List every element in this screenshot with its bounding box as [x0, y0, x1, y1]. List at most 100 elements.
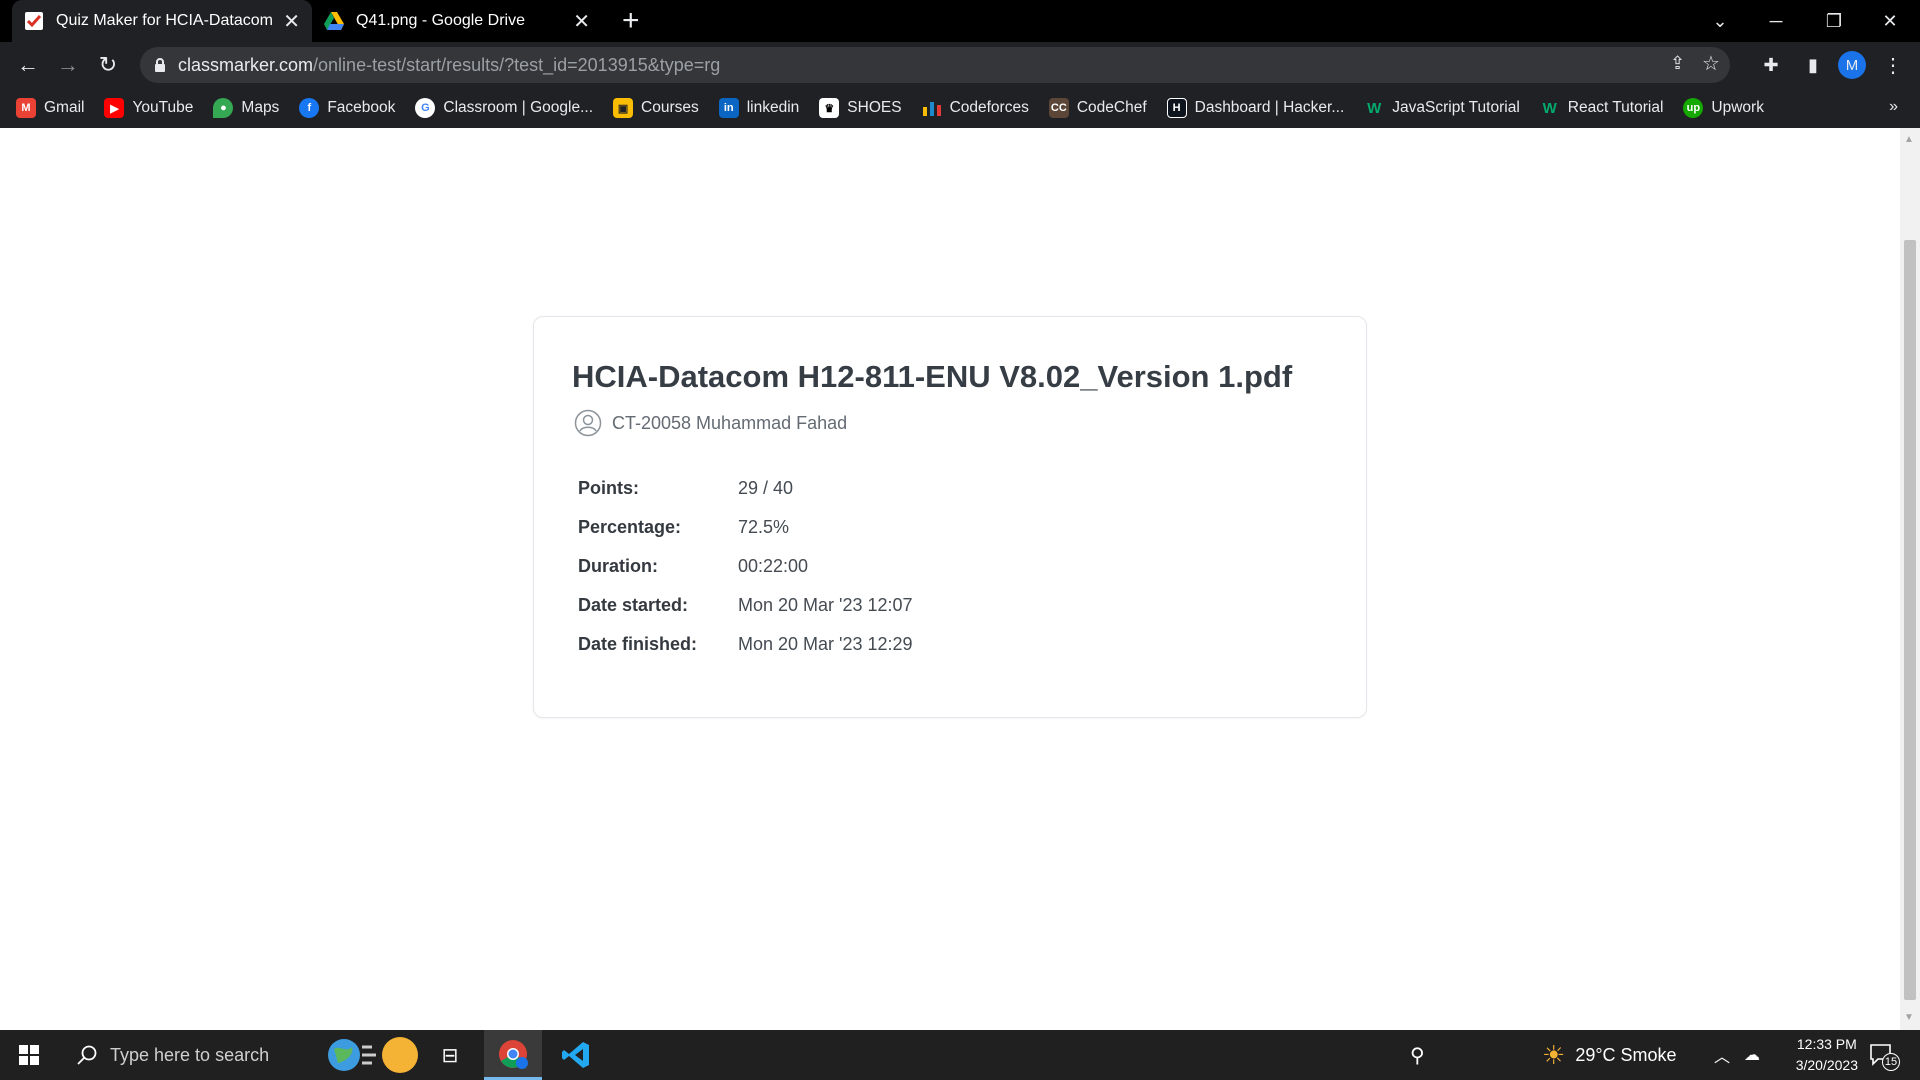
- stat-row-date-started: Date started: Mon 20 Mar '23 12:07: [578, 586, 913, 625]
- google-icon: G: [415, 98, 436, 118]
- tab-search-icon[interactable]: ⌄: [1692, 0, 1748, 42]
- bookmark-label: YouTube: [132, 99, 194, 116]
- taskbar-search[interactable]: Type here to search: [58, 1030, 318, 1080]
- bookmark-label: Upwork: [1711, 99, 1764, 116]
- bookmark-codeforces[interactable]: Codeforces: [922, 98, 1029, 118]
- close-tab-icon[interactable]: ✕: [573, 9, 590, 34]
- bookmark-label: SHOES: [847, 99, 902, 116]
- taskbar-clock[interactable]: 12:33 PM 3/20/2023: [1796, 1034, 1858, 1076]
- bookmark-label: Maps: [241, 99, 280, 116]
- stat-label: Points:: [578, 478, 639, 498]
- side-panel-icon[interactable]: ▮: [1798, 50, 1828, 80]
- weather-text: 29°C Smoke: [1575, 1044, 1677, 1065]
- windows-logo-icon: [19, 1045, 39, 1065]
- menu-icon[interactable]: ⋮: [1878, 50, 1908, 80]
- search-icon: [77, 1045, 97, 1065]
- stat-label: Percentage:: [578, 517, 682, 537]
- minimize-button[interactable]: ─: [1748, 0, 1804, 42]
- stat-value: Mon 20 Mar '23 12:29: [738, 634, 913, 654]
- notification-count: 15: [1882, 1053, 1900, 1071]
- w3schools-icon: W: [1367, 99, 1382, 117]
- bookmark-javascript-tutorial[interactable]: W JavaScript Tutorial: [1364, 98, 1520, 118]
- scrollbar[interactable]: ▲ ▼: [1900, 128, 1920, 1030]
- stat-value: 00:22:00: [738, 556, 809, 576]
- news-widget-icon[interactable]: [322, 1030, 422, 1080]
- bookmark-gmail[interactable]: M Gmail: [16, 98, 84, 118]
- scroll-down-icon[interactable]: ▼: [1904, 1012, 1914, 1023]
- tab-title: Quiz Maker for HCIA-Datacom H: [56, 12, 276, 29]
- tab-quiz-maker[interactable]: Quiz Maker for HCIA-Datacom H ✕: [12, 0, 312, 42]
- windows-taskbar: Type here to search ⊟ ⚲ ☀ 29°C Smoke ︿ ☁: [0, 1030, 1920, 1080]
- task-view-icon[interactable]: ⊟: [430, 1030, 470, 1080]
- people-icon[interactable]: ⚲: [1410, 1030, 1425, 1080]
- tab-title: Q41.png - Google Drive: [356, 12, 525, 29]
- notifications-button[interactable]: 15: [1868, 1030, 1900, 1080]
- url-text: classmarker.com/online-test/start/result…: [178, 55, 720, 76]
- bookmark-codechef[interactable]: CC CodeChef: [1048, 98, 1147, 118]
- forward-icon[interactable]: →: [50, 48, 86, 82]
- bookmark-label: React Tutorial: [1567, 99, 1664, 116]
- weather-widget[interactable]: ☀ 29°C Smoke: [1542, 1030, 1677, 1080]
- hackerrank-icon: H: [1166, 98, 1187, 118]
- lock-icon: [155, 58, 165, 72]
- gmail-icon: M: [16, 98, 36, 118]
- onedrive-icon[interactable]: ☁: [1744, 1030, 1760, 1080]
- bookmark-label: Dashboard | Hacker...: [1194, 99, 1345, 116]
- stat-value: 72.5%: [738, 517, 790, 537]
- tab-strip: Quiz Maker for HCIA-Datacom H ✕ Q41.png …: [0, 0, 1920, 42]
- bookmark-youtube[interactable]: ▶ YouTube: [104, 98, 193, 118]
- show-hidden-icons[interactable]: ︿: [1714, 1030, 1730, 1080]
- bookmark-maps[interactable]: ● Maps: [213, 98, 279, 118]
- bookmark-courses[interactable]: ▣ Courses: [613, 98, 699, 118]
- result-stats: Points: 29 / 40 Percentage: 72.5% Duration…: [578, 469, 913, 664]
- scrollbar-thumb[interactable]: [1904, 240, 1916, 1000]
- share-icon[interactable]: ⇪: [1670, 53, 1685, 74]
- start-button[interactable]: [0, 1030, 58, 1080]
- test-taker: CT-20058 Muhammad Fahad: [574, 409, 847, 437]
- stat-row-date-finished: Date finished: Mon 20 Mar '23 12:29: [578, 625, 913, 664]
- stat-row-percentage: Percentage: 72.5%: [578, 508, 913, 547]
- tab-google-drive[interactable]: Q41.png - Google Drive ✕: [312, 0, 602, 42]
- user-icon: [574, 409, 602, 437]
- close-tab-icon[interactable]: ✕: [283, 9, 300, 34]
- search-placeholder: Type here to search: [110, 1044, 270, 1065]
- new-tab-button[interactable]: +: [622, 4, 640, 38]
- upwork-icon: up: [1683, 98, 1704, 118]
- stat-label: Date started:: [578, 595, 689, 615]
- vscode-taskbar-icon[interactable]: [548, 1030, 604, 1080]
- url-path: /online-test/start/results/?test_id=2013…: [313, 54, 721, 75]
- restore-button[interactable]: ❐: [1806, 0, 1862, 42]
- bookmark-hackerrank[interactable]: H Dashboard | Hacker...: [1166, 98, 1345, 118]
- bookmark-facebook[interactable]: f Facebook: [299, 98, 395, 118]
- chrome-taskbar-icon[interactable]: [484, 1030, 542, 1080]
- stat-label: Duration:: [578, 556, 658, 576]
- scroll-up-icon[interactable]: ▲: [1904, 134, 1914, 145]
- shoes-icon: ♛: [819, 98, 840, 118]
- bookmark-classroom[interactable]: G Classroom | Google...: [415, 98, 593, 118]
- back-icon[interactable]: ←: [10, 48, 46, 82]
- bookmark-star-icon[interactable]: ☆: [1702, 51, 1720, 76]
- test-title: HCIA-Datacom H12-811-ENU V8.02_Version 1…: [572, 359, 1293, 394]
- extensions-icon[interactable]: ✚: [1756, 50, 1786, 80]
- bookmark-label: CodeChef: [1076, 99, 1147, 116]
- close-window-button[interactable]: ✕: [1862, 0, 1918, 42]
- bookmark-label: JavaScript Tutorial: [1392, 99, 1520, 116]
- reload-icon[interactable]: ↻: [90, 48, 126, 82]
- weather-icon: ☀: [1542, 1039, 1566, 1070]
- chrome-icon: [499, 1039, 528, 1069]
- address-bar[interactable]: classmarker.com/online-test/start/result…: [140, 47, 1730, 83]
- vscode-icon: [562, 1042, 589, 1068]
- bookmark-upwork[interactable]: up Upwork: [1683, 98, 1764, 118]
- bookmark-shoes[interactable]: ♛ SHOES: [819, 98, 902, 118]
- stat-label: Date finished:: [578, 634, 698, 654]
- bookmark-linkedin[interactable]: in linkedin: [718, 98, 799, 118]
- codechef-icon: CC: [1048, 98, 1069, 118]
- bookmark-react-tutorial[interactable]: W React Tutorial: [1540, 98, 1664, 118]
- stat-value: Mon 20 Mar '23 12:07: [738, 595, 913, 615]
- profile-avatar[interactable]: M: [1838, 51, 1866, 79]
- stat-row-points: Points: 29 / 40: [578, 469, 913, 508]
- more-bookmarks-icon[interactable]: »: [1889, 98, 1898, 116]
- facebook-icon: f: [299, 98, 320, 118]
- results-card: HCIA-Datacom H12-811-ENU V8.02_Version 1…: [533, 316, 1367, 718]
- classmarker-icon: [25, 12, 43, 30]
